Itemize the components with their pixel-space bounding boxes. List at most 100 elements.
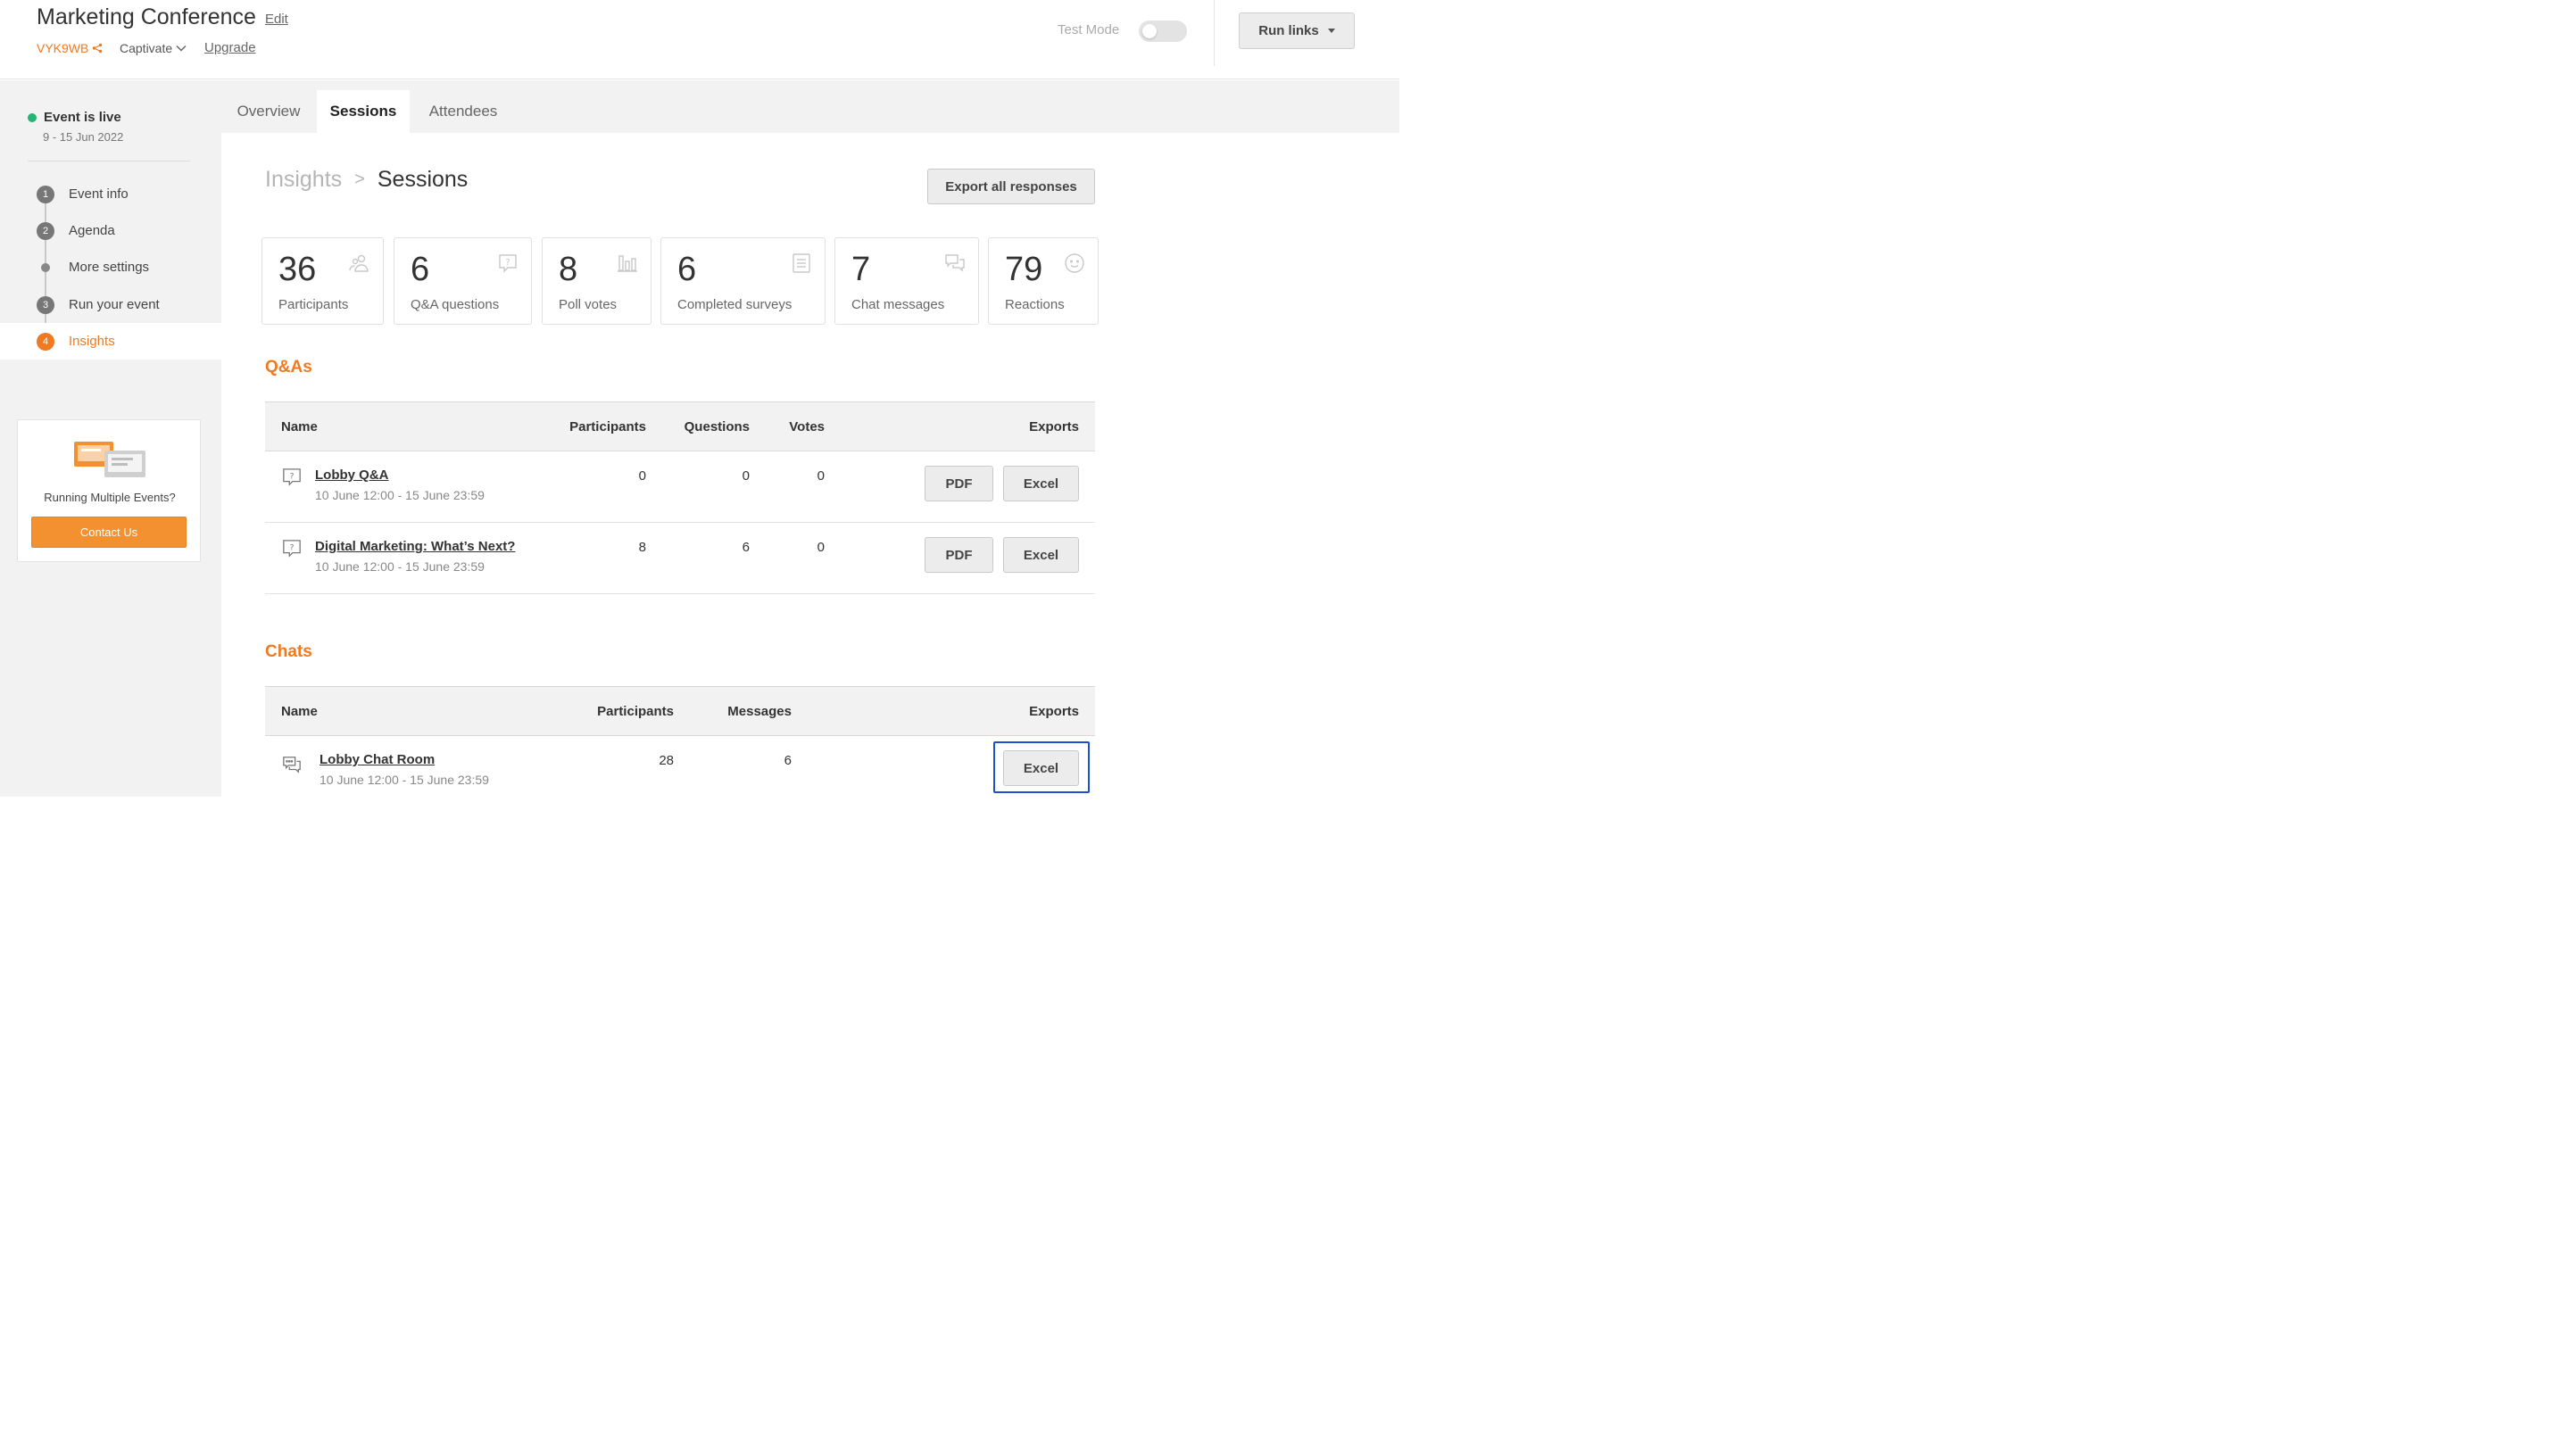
qas-section-title: Q&As: [265, 358, 312, 376]
pdf-export-button[interactable]: PDF: [925, 537, 993, 573]
votes-cell: 0: [817, 540, 825, 555]
stat-card-completed-surveys: 6 Completed surveys: [660, 237, 826, 325]
run-links-label: Run links: [1258, 23, 1319, 38]
pdf-export-button[interactable]: PDF: [925, 466, 993, 501]
stat-value: 7: [851, 251, 871, 288]
event-code-text: VYK9WB: [37, 41, 89, 55]
question-bubble-icon: ?: [283, 468, 301, 486]
step-number-badge: 3: [37, 295, 54, 314]
sidebar: Event is live 9 - 15 Jun 2022 1 Event in…: [0, 80, 221, 797]
sidebar-item-label: More settings: [69, 260, 150, 275]
sidebar-item-label: Agenda: [69, 223, 115, 238]
breadcrumb: Insights > Sessions: [265, 167, 468, 193]
survey-list-icon: [793, 253, 810, 273]
header-divider: [1214, 0, 1215, 66]
column-header-name: Name: [281, 704, 318, 719]
stat-label: Completed surveys: [677, 297, 793, 312]
step-number-badge: 4: [37, 332, 54, 351]
smiley-icon: [1065, 253, 1084, 273]
plan-name: Captivate: [120, 41, 173, 55]
votes-cell: 0: [817, 468, 825, 484]
stat-label: Participants: [278, 297, 349, 312]
sidebar-item-label: Run your event: [69, 297, 160, 312]
sidebar-item-label: Insights: [69, 334, 115, 349]
question-bubble-icon: ?: [283, 540, 301, 558]
chat-room-name-link[interactable]: Lobby Chat Room: [320, 752, 435, 767]
test-mode-toggle[interactable]: [1139, 21, 1187, 42]
session-dates: 10 June 12:00 - 15 June 23:59: [315, 488, 485, 502]
event-status-text: Event is live: [44, 110, 121, 125]
sidebar-item-more-settings[interactable]: More settings: [0, 249, 221, 285]
top-header: Marketing Conference Edit VYK9WB Captiva…: [0, 0, 1399, 79]
event-title: Marketing Conference: [37, 4, 256, 29]
edit-event-link[interactable]: Edit: [265, 12, 288, 27]
table-row: Lobby Chat Room 10 June 12:00 - 15 June …: [265, 736, 1095, 807]
chats-section-title: Chats: [265, 642, 312, 661]
share-icon[interactable]: [92, 43, 103, 54]
test-mode-label: Test Mode: [1058, 22, 1120, 37]
step-number-badge: 2: [37, 221, 54, 240]
column-header-questions: Questions: [684, 419, 750, 434]
tab-bar: Overview Sessions Attendees: [221, 80, 1399, 133]
question-bubble-icon: ?: [499, 254, 517, 273]
stat-card-reactions: 79 Reactions: [988, 237, 1099, 325]
toggle-knob: [1142, 24, 1157, 38]
stat-label: Chat messages: [851, 297, 945, 312]
participants-cell: 28: [659, 753, 674, 768]
column-header-votes: Votes: [789, 419, 825, 434]
session-dates: 10 June 12:00 - 15 June 23:59: [315, 559, 485, 574]
stat-value: 79: [1005, 251, 1043, 288]
column-header-participants: Participants: [569, 419, 646, 434]
session-name-link[interactable]: Lobby Q&A: [315, 467, 389, 483]
export-all-responses-button[interactable]: Export all responses: [927, 169, 1095, 204]
sidebar-item-event-info[interactable]: 1 Event info: [0, 176, 221, 212]
substep-dot-icon: [41, 262, 50, 272]
column-header-messages: Messages: [727, 704, 792, 719]
run-links-button[interactable]: Run links: [1239, 12, 1355, 49]
event-code[interactable]: VYK9WB: [37, 41, 103, 55]
svg-text:?: ?: [505, 258, 510, 268]
bar-chart-icon: [618, 255, 637, 272]
participants-cell: 0: [638, 468, 646, 484]
column-header-participants: Participants: [597, 704, 674, 719]
excel-export-button[interactable]: Excel: [1003, 466, 1079, 501]
step-number-badge: 1: [37, 185, 54, 203]
questions-cell: 6: [742, 540, 750, 555]
sidebar-item-run-your-event[interactable]: 3 Run your event: [0, 286, 221, 323]
stat-label: Reactions: [1005, 297, 1065, 312]
tab-sessions[interactable]: Sessions: [317, 90, 410, 133]
focus-highlight-box: [993, 741, 1090, 793]
tab-overview[interactable]: Overview: [221, 90, 316, 133]
breadcrumb-insights[interactable]: Insights: [265, 167, 342, 193]
stat-card-participants: 36 Participants: [261, 237, 384, 325]
questions-cell: 0: [742, 468, 750, 484]
qas-table: Name Participants Questions Votes Export…: [265, 401, 1095, 594]
event-dates: 9 - 15 Jun 2022: [43, 130, 124, 144]
stat-label: Poll votes: [559, 297, 618, 312]
people-icon: [349, 254, 369, 272]
chats-table-header: Name Participants Messages Exports: [265, 686, 1095, 736]
chats-table: Name Participants Messages Exports Lobby…: [265, 686, 1095, 807]
caret-down-icon: [1327, 29, 1335, 33]
upgrade-link[interactable]: Upgrade: [204, 40, 256, 55]
excel-export-button[interactable]: Excel: [1003, 537, 1079, 573]
stat-card-qa-questions: 6 Q&A questions ?: [394, 237, 532, 325]
participants-cell: 8: [638, 540, 646, 555]
chat-bubbles-icon: [283, 757, 301, 774]
chevron-down-icon: [176, 45, 187, 52]
stat-label: Q&A questions: [411, 297, 500, 312]
promo-text: Running Multiple Events?: [44, 491, 176, 504]
column-header-exports: Exports: [1029, 419, 1079, 434]
plan-dropdown[interactable]: Captivate: [120, 41, 187, 55]
breadcrumb-separator: >: [354, 170, 365, 189]
svg-text:?: ?: [290, 542, 295, 552]
tab-attendees[interactable]: Attendees: [411, 90, 516, 133]
sidebar-item-insights[interactable]: 4 Insights: [0, 323, 221, 360]
stat-card-poll-votes: 8 Poll votes: [542, 237, 651, 325]
event-status: Event is live: [28, 110, 121, 125]
contact-us-button[interactable]: Contact Us: [31, 517, 187, 548]
sidebar-item-agenda[interactable]: 2 Agenda: [0, 212, 221, 249]
messages-cell: 6: [784, 753, 792, 768]
stat-value: 6: [677, 251, 697, 288]
session-name-link[interactable]: Digital Marketing: What’s Next?: [315, 539, 515, 554]
